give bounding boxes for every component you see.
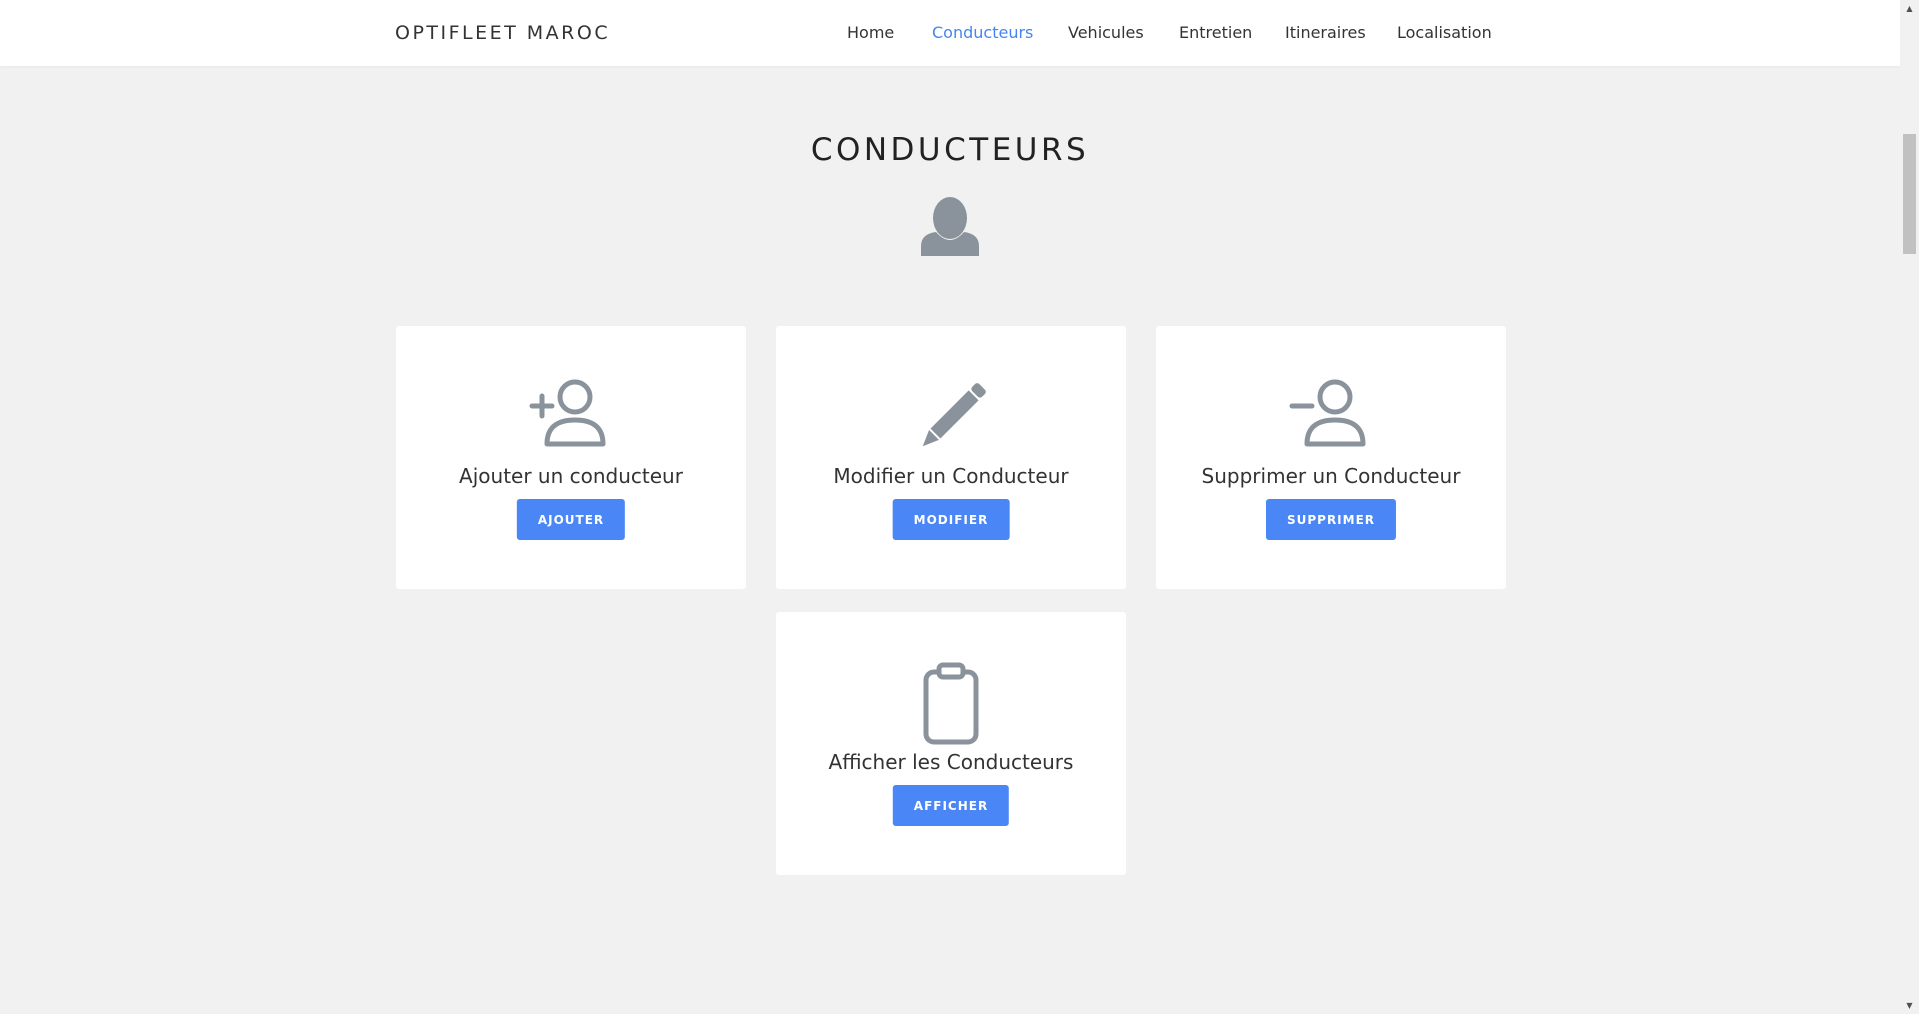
user-remove-icon [1289,376,1373,460]
scroll-up-arrow-icon[interactable]: ▲ [1900,0,1919,17]
user-silhouette-icon [919,196,981,256]
card-title: Afficher les Conducteurs [828,750,1074,774]
nav-link-conducteurs[interactable]: Conducteurs [932,23,1033,42]
edit-driver-button[interactable]: MODIFIER [892,499,1010,540]
pencil-icon [909,376,993,460]
page-header: CONDUCTEURS [620,132,1280,168]
delete-driver-button[interactable]: SUPPRIMER [1265,499,1397,540]
card-title: Ajouter un conducteur [459,464,683,488]
card-edit-driver: Modifier un Conducteur MODIFIER [776,326,1126,589]
brand-logo[interactable]: OPTIFLEET MAROC [395,22,610,44]
nav-link-itineraires[interactable]: Itineraires [1285,23,1366,42]
card-list-drivers: Afficher les Conducteurs AFFICHER [776,612,1126,875]
vertical-scrollbar[interactable]: ▲ ▼ [1900,0,1919,1014]
card-title: Supprimer un Conducteur [1201,464,1461,488]
card-add-driver: Ajouter un conducteur AJOUTER [396,326,746,589]
add-driver-button[interactable]: AJOUTER [516,499,626,540]
clipboard-icon [909,662,993,746]
top-navbar: OPTIFLEET MAROC Home Conducteurs Vehicul… [0,0,1900,66]
nav-link-home[interactable]: Home [847,23,894,42]
user-add-icon [529,376,613,460]
page-title: CONDUCTEURS [810,132,1090,168]
nav-link-entretien[interactable]: Entretien [1179,23,1252,42]
card-title: Modifier un Conducteur [833,464,1069,488]
scroll-thumb[interactable] [1903,134,1916,254]
scroll-down-arrow-icon[interactable]: ▼ [1900,997,1919,1014]
list-drivers-button[interactable]: AFFICHER [892,785,1010,826]
card-delete-driver: Supprimer un Conducteur SUPPRIMER [1156,326,1506,589]
nav-link-vehicules[interactable]: Vehicules [1068,23,1144,42]
nav-link-localisation[interactable]: Localisation [1397,23,1492,42]
